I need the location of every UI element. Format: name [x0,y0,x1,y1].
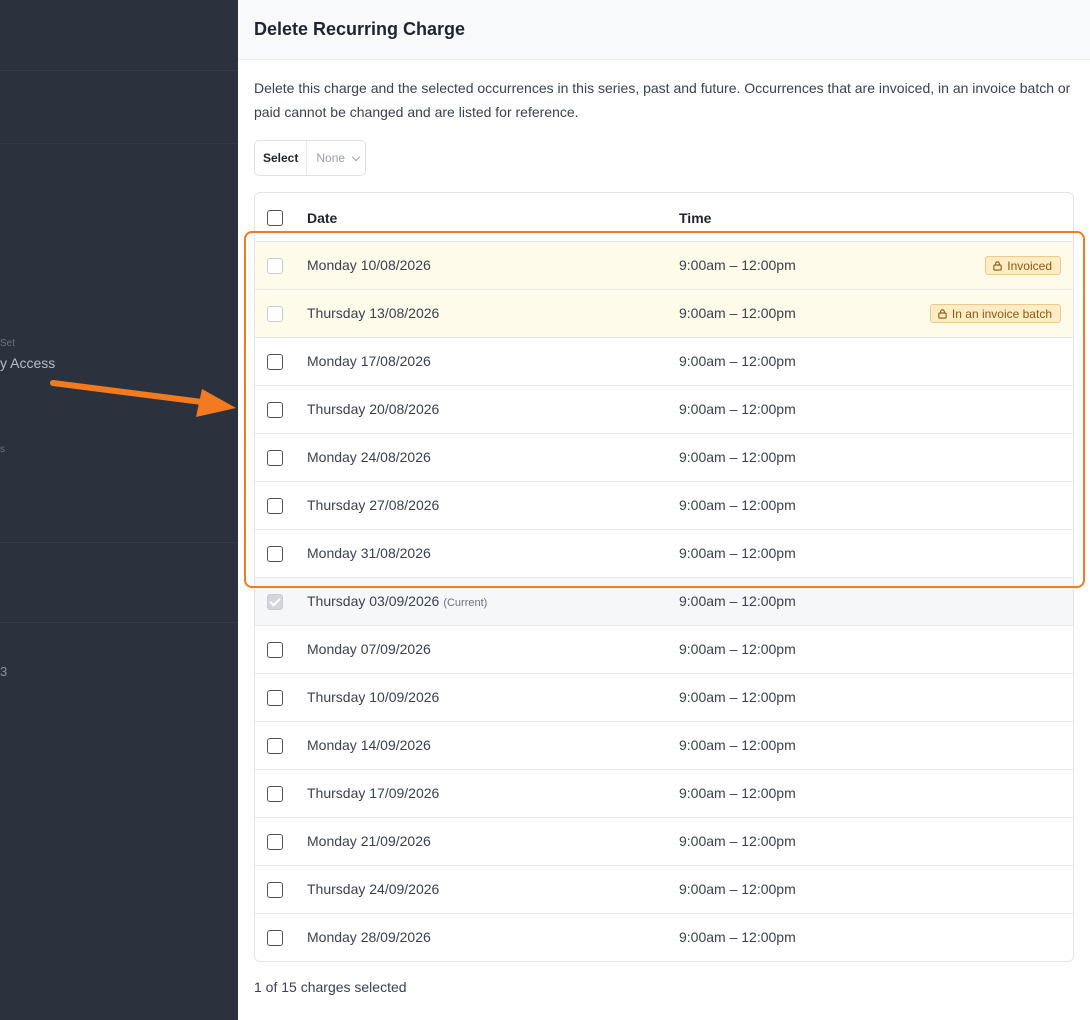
row-checkbox[interactable] [267,450,283,466]
row-time: 9:00am – 12:00pm [679,449,796,465]
row-checkbox[interactable] [267,498,283,514]
row-time: 9:00am – 12:00pm [679,305,796,321]
row-date: Monday 17/08/2026 [307,353,431,369]
table-row[interactable]: Monday 31/08/2026 9:00am – 12:00pm [255,530,1073,578]
row-date: Monday 31/08/2026 [307,545,431,561]
status-badge: Invoiced [985,256,1061,275]
chevron-down-icon [351,152,361,161]
row-date: Thursday 03/09/2026 (Current) [307,593,487,609]
panel-header: Delete Recurring Charge [238,0,1090,60]
row-date: Thursday 27/08/2026 [307,497,440,513]
bg-tiny-label: 3 [0,664,8,679]
bg-access-label: y Access [0,355,56,371]
row-date: Monday 14/09/2026 [307,737,431,753]
table-row[interactable]: Monday 28/09/2026 9:00am – 12:00pm [255,914,1073,961]
table-row[interactable]: Thursday 20/08/2026 9:00am – 12:00pm [255,386,1073,434]
page-title: Delete Recurring Charge [254,19,466,39]
status-badge: In an invoice batch [929,304,1061,323]
table-row[interactable]: Monday 21/09/2026 9:00am – 12:00pm [255,818,1073,866]
row-checkbox[interactable] [267,738,283,754]
row-time: 9:00am – 12:00pm [679,257,796,273]
row-date: Thursday 13/08/2026 [307,305,440,321]
bg-divider [0,542,238,543]
table-row-current: Thursday 03/09/2026 (Current) 9:00am – 12… [255,578,1073,626]
row-time: 9:00am – 12:00pm [679,881,796,897]
row-time: 9:00am – 12:00pm [679,497,796,513]
row-checkbox[interactable] [267,402,283,418]
row-checkbox [267,306,283,322]
row-checkbox[interactable] [267,546,283,562]
row-checkbox[interactable] [267,882,283,898]
row-date: Thursday 10/09/2026 [307,689,440,705]
row-date: Monday 24/08/2026 [307,449,431,465]
select-all-checkbox[interactable] [267,210,283,226]
row-date: Thursday 17/09/2026 [307,785,440,801]
table-row[interactable]: Monday 14/09/2026 9:00am – 12:00pm [255,722,1073,770]
row-checkbox[interactable] [267,690,283,706]
bg-small-label: Set [0,338,16,349]
selection-count: 1 of 15 charges selected [254,979,407,995]
table-row: Monday 10/08/2026 9:00am – 12:00pm Invoi… [255,242,1073,290]
occurrences-table: Date Time Monday 10/08/2026 9:00am – 12:… [254,192,1074,962]
table-row: Thursday 13/08/2026 9:00am – 12:00pm In … [255,290,1073,338]
lock-icon [938,309,947,319]
bg-divider [0,143,238,144]
select-value: None [307,151,365,165]
table-row[interactable]: Monday 07/09/2026 9:00am – 12:00pm [255,626,1073,674]
table-row[interactable]: Thursday 17/09/2026 9:00am – 12:00pm [255,770,1073,818]
row-time: 9:00am – 12:00pm [679,833,796,849]
row-checkbox [267,258,283,274]
current-label: (Current) [443,597,488,609]
background-app: Set y Access s 3 [0,0,238,1020]
row-checkbox[interactable] [267,930,283,946]
table-row[interactable]: Thursday 24/09/2026 9:00am – 12:00pm [255,866,1073,914]
row-time: 9:00am – 12:00pm [679,353,796,369]
row-time: 9:00am – 12:00pm [679,641,796,657]
row-time: 9:00am – 12:00pm [679,545,796,561]
row-time: 9:00am – 12:00pm [679,401,796,417]
row-checkbox-checked [267,594,283,610]
delete-recurring-charge-panel: Delete Recurring Charge Delete this char… [238,0,1090,1020]
row-checkbox[interactable] [267,834,283,850]
row-date: Thursday 20/08/2026 [307,401,440,417]
row-date: Monday 07/09/2026 [307,641,431,657]
row-checkbox[interactable] [267,354,283,370]
row-date: Monday 10/08/2026 [307,257,431,273]
select-label: Select [255,141,308,175]
row-time: 9:00am – 12:00pm [679,593,796,609]
lock-icon [993,261,1003,271]
row-date: Monday 28/09/2026 [307,929,431,945]
table-header: Date Time [255,193,1073,242]
row-date-text: Thursday 03/09/2026 [307,593,440,609]
bg-divider [0,70,238,71]
table-row[interactable]: Monday 24/08/2026 9:00am – 12:00pm [255,434,1073,482]
row-time: 9:00am – 12:00pm [679,737,796,753]
panel-description: Delete this charge and the selected occu… [254,80,1071,120]
row-checkbox[interactable] [267,786,283,802]
bg-divider [0,622,238,623]
row-date: Thursday 24/09/2026 [307,881,440,897]
badge-text: Invoiced [1007,258,1052,273]
row-checkbox[interactable] [267,642,283,658]
table-row[interactable]: Thursday 10/09/2026 9:00am – 12:00pm [255,674,1073,722]
row-time: 9:00am – 12:00pm [679,785,796,801]
row-date: Monday 21/09/2026 [307,833,431,849]
time-column-header: Time [679,210,712,226]
date-column-header: Date [307,210,338,226]
table-row[interactable]: Thursday 27/08/2026 9:00am – 12:00pm [255,482,1073,530]
row-time: 9:00am – 12:00pm [679,929,796,945]
badge-text: In an invoice batch [951,306,1052,321]
row-time: 9:00am – 12:00pm [679,689,796,705]
select-value-text: None [316,151,346,165]
table-row[interactable]: Monday 17/08/2026 9:00am – 12:00pm [255,338,1073,386]
bg-tiny-label: s [0,444,5,455]
select-dropdown[interactable]: Select None [254,140,367,176]
